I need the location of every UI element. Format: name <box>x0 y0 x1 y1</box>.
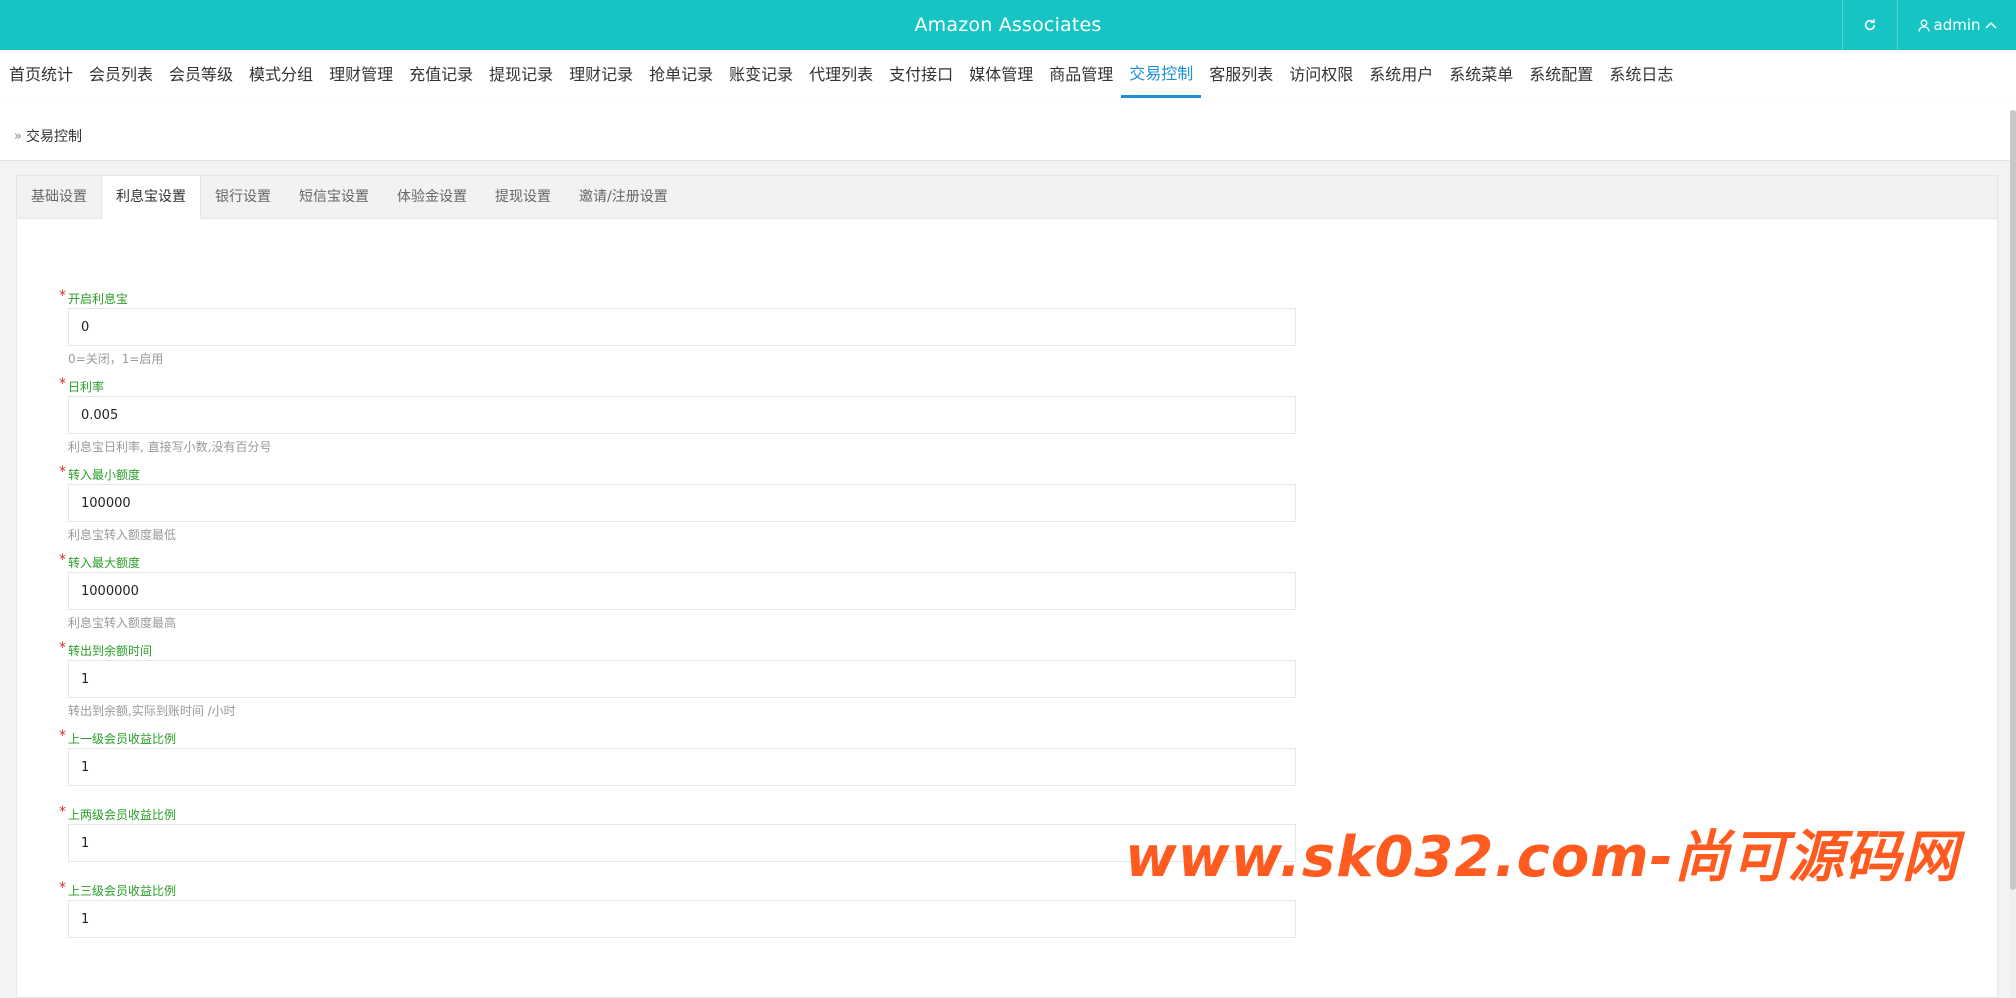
settings-tab[interactable]: 银行设置 <box>201 176 285 218</box>
field-label-text: 上三级会员收益比例 <box>68 884 177 898</box>
field-label: * 转入最大额度 <box>57 552 1297 572</box>
main-nav: 首页统计 会员列表 会员等级 模式分组 理财管理 充值记录 提现记录 理财记录 抢单记录 账变记录… <box>0 50 2016 98</box>
field-label: * 转出到余额时间 <box>57 640 1297 660</box>
nav-item[interactable]: 会员等级 <box>161 50 241 98</box>
field-label: * 上三级会员收益比例 <box>57 880 1297 900</box>
nav-item[interactable]: 理财管理 <box>321 50 401 98</box>
required-marker: * <box>59 376 66 392</box>
field-input[interactable] <box>68 396 1296 434</box>
field-label-text: 转入最小额度 <box>68 468 141 482</box>
nav-item[interactable]: 交易控制 <box>1121 50 1202 98</box>
required-marker: * <box>59 288 66 304</box>
form-field: *转出到余额时间转出到余额,实际到账时间 /小时 <box>57 640 1297 722</box>
field-label: * 开启利息宝 <box>57 288 1297 308</box>
breadcrumb-current[interactable]: 交易控制 <box>26 126 82 146</box>
field-label: * 上一级会员收益比例 <box>57 728 1297 748</box>
nav-item[interactable]: 访问权限 <box>1281 50 1361 98</box>
settings-tab[interactable]: 短信宝设置 <box>285 176 383 218</box>
breadcrumb-bar: » 交易控制 <box>0 98 2016 161</box>
field-help-text: 利息宝日利率, 直接写小数,没有百分号 <box>68 440 272 454</box>
form-field: * 上三级会员收益比例 <box>57 880 1297 938</box>
field-input[interactable] <box>68 748 1296 786</box>
field-label-text: 转入最大额度 <box>68 556 141 570</box>
scrollbar-thumb[interactable] <box>2010 110 2016 890</box>
user-name: admin <box>1933 16 1981 34</box>
settings-tab[interactable]: 邀请/注册设置 <box>565 176 682 218</box>
nav-item[interactable]: 系统日志 <box>1601 50 1681 98</box>
field-help-text: 转出到余额,实际到账时间 /小时 <box>68 704 236 718</box>
breadcrumb: » 交易控制 <box>14 126 82 146</box>
settings-tab[interactable]: 基础设置 <box>17 176 101 218</box>
page-scrollbar[interactable] <box>2010 110 2016 998</box>
required-marker: * <box>59 728 66 744</box>
app-title: Amazon Associates <box>914 14 1102 36</box>
user-menu-button[interactable]: admin <box>1897 0 2016 50</box>
field-input[interactable] <box>68 824 1296 862</box>
field-help-text: 利息宝转入额度最低 <box>68 528 177 542</box>
field-input[interactable] <box>68 484 1296 522</box>
field-input[interactable] <box>68 308 1296 346</box>
nav-item[interactable]: 客服列表 <box>1201 50 1281 98</box>
nav-item[interactable]: 支付接口 <box>881 50 961 98</box>
nav-item[interactable]: 系统配置 <box>1521 50 1601 98</box>
form-field: * 上一级会员收益比例 <box>57 728 1297 786</box>
nav-item[interactable]: 理财记录 <box>561 50 641 98</box>
field-label: * 转入最小额度 <box>57 464 1297 484</box>
form-field: *日利率利息宝日利率, 直接写小数,没有百分号 <box>57 376 1297 458</box>
nav-item[interactable]: 账变记录 <box>721 50 801 98</box>
nav-item[interactable]: 抢单记录 <box>641 50 721 98</box>
required-marker: * <box>59 640 66 656</box>
field-input[interactable] <box>68 900 1296 938</box>
field-input[interactable] <box>68 660 1296 698</box>
field-label: * 日利率 <box>57 376 1297 396</box>
nav-item[interactable]: 提现记录 <box>481 50 561 98</box>
required-marker: * <box>59 552 66 568</box>
interest-settings-form: *开启利息宝0=关闭，1=启用*日利率利息宝日利率, 直接写小数,没有百分号*转… <box>57 288 1297 958</box>
form-field: *转入最小额度利息宝转入额度最低 <box>57 464 1297 546</box>
nav-item[interactable]: 系统菜单 <box>1441 50 1521 98</box>
required-marker: * <box>59 804 66 820</box>
nav-item[interactable]: 系统用户 <box>1361 50 1441 98</box>
field-label-text: 转出到余额时间 <box>68 644 153 658</box>
nav-item[interactable]: 模式分组 <box>241 50 321 98</box>
field-label-text: 上两级会员收益比例 <box>68 808 177 822</box>
double-chevron-right-icon: » <box>14 128 22 144</box>
refresh-button[interactable] <box>1842 0 1897 50</box>
nav-item[interactable]: 首页统计 <box>1 50 81 98</box>
field-label-text: 开启利息宝 <box>68 292 129 306</box>
settings-tabs: 基础设置 利息宝设置 银行设置 短信宝设置 体验金设置 提现设置 邀请/注册设置 <box>17 176 1997 219</box>
chevron-up-icon <box>1984 21 1997 29</box>
settings-tab[interactable]: 利息宝设置 <box>101 176 201 219</box>
field-input[interactable] <box>68 572 1296 610</box>
top-actions: admin <box>1842 0 2016 50</box>
field-help-text: 利息宝转入额度最高 <box>68 616 177 630</box>
required-marker: * <box>59 464 66 480</box>
form-field: *转入最大额度利息宝转入额度最高 <box>57 552 1297 634</box>
refresh-icon <box>1864 19 1876 31</box>
nav-item[interactable]: 充值记录 <box>401 50 481 98</box>
required-marker: * <box>59 880 66 896</box>
nav-item[interactable]: 代理列表 <box>801 50 881 98</box>
settings-tab[interactable]: 提现设置 <box>481 176 565 218</box>
nav-item[interactable]: 商品管理 <box>1041 50 1121 98</box>
watermark: www.sk032.com-尚可源码网 <box>1125 825 1959 890</box>
field-help-text: 0=关闭，1=启用 <box>68 352 164 366</box>
nav-item[interactable]: 会员列表 <box>81 50 161 98</box>
field-label-text: 日利率 <box>68 380 105 394</box>
user-icon <box>1917 19 1930 32</box>
form-field: *开启利息宝 0=关闭，1=启用 <box>57 288 1297 370</box>
field-label: * 上两级会员收益比例 <box>57 804 1297 824</box>
nav-item[interactable]: 媒体管理 <box>961 50 1041 98</box>
settings-tab[interactable]: 体验金设置 <box>383 176 481 218</box>
form-field: * 上两级会员收益比例 <box>57 804 1297 862</box>
field-label-text: 上一级会员收益比例 <box>68 732 177 746</box>
top-bar: Amazon Associates admin <box>0 0 2016 50</box>
